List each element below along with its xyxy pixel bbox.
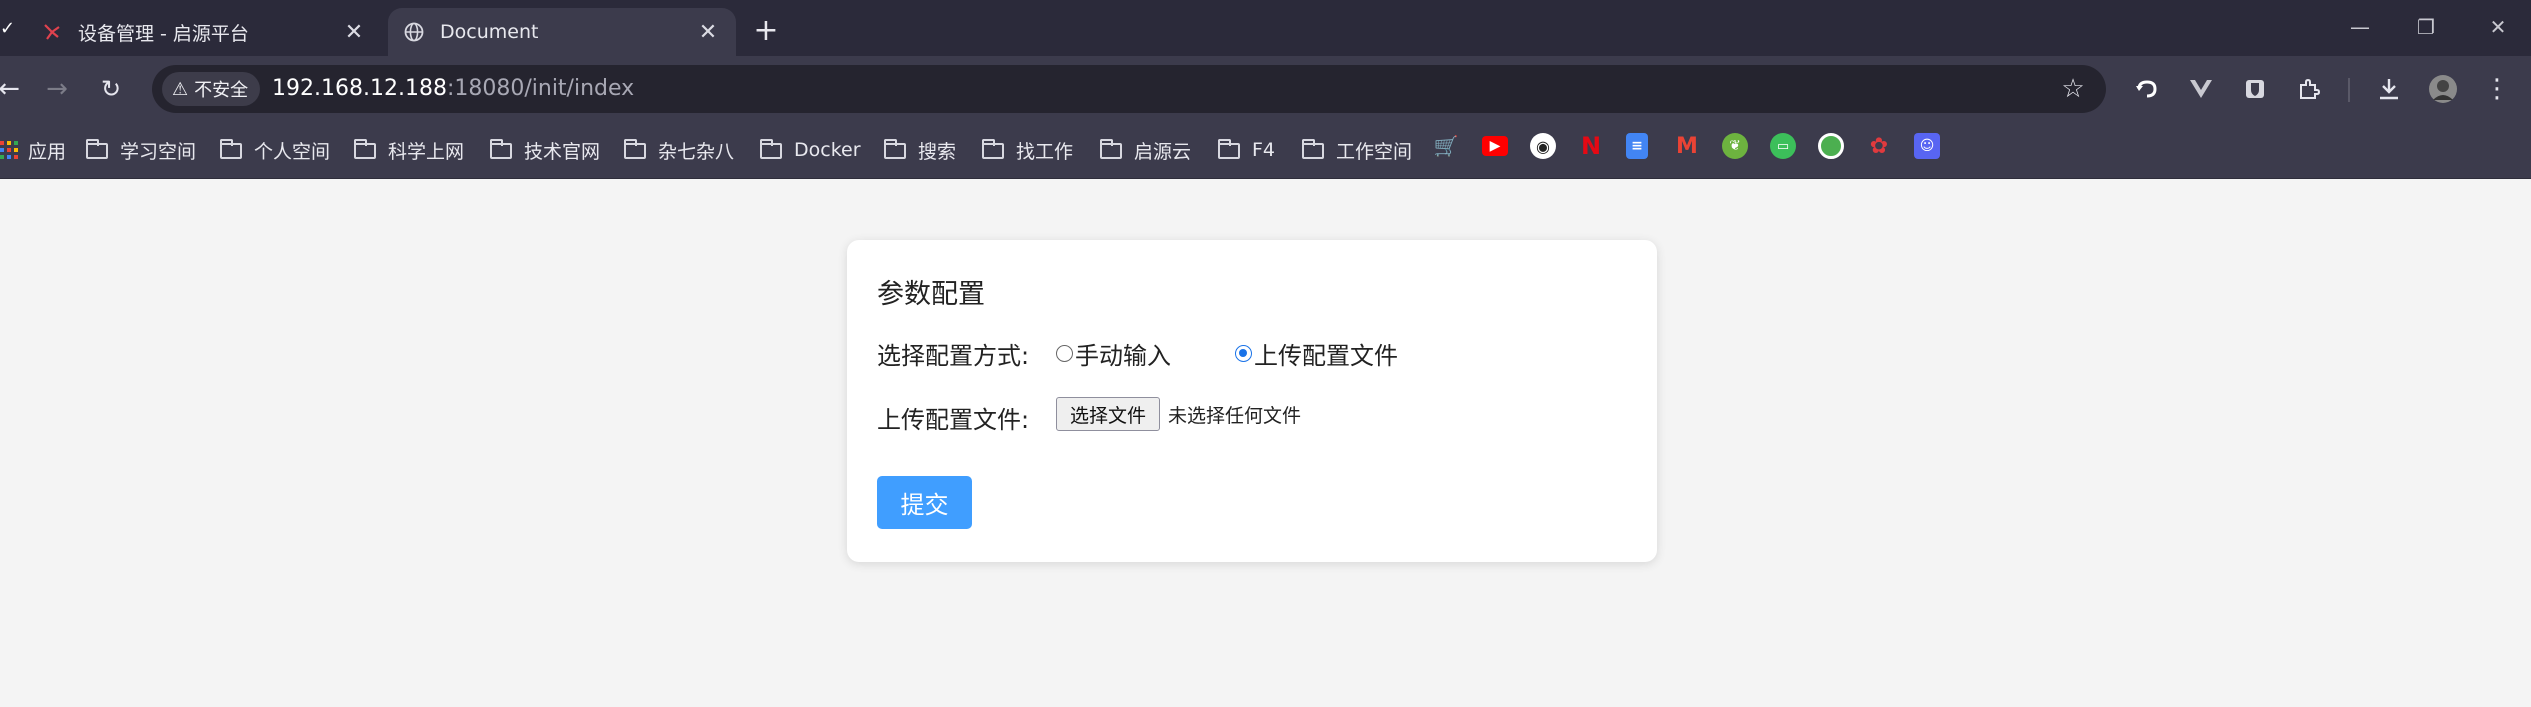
shopping-cart-icon[interactable]: 🛒 (1433, 133, 1459, 159)
folder-icon (884, 139, 906, 159)
bookmark-folder[interactable]: 科学上网 (354, 133, 464, 167)
extension-vue-icon[interactable] (2182, 70, 2220, 108)
folder-icon (624, 139, 646, 159)
download-icon[interactable] (2370, 70, 2408, 108)
discord-icon[interactable]: ☺ (1914, 133, 1940, 159)
bookmark-label: 学习空间 (120, 140, 197, 163)
bookmark-folder[interactable]: 启源云 (1100, 133, 1191, 167)
forward-arrow-icon[interactable]: → (38, 70, 76, 108)
submit-button[interactable]: 提交 (877, 476, 972, 529)
bookmark-folder[interactable]: 杂七杂八 (624, 133, 734, 167)
google-docs-icon[interactable]: ≡ (1626, 133, 1648, 159)
back-arrow-icon[interactable]: ← (0, 70, 28, 108)
reload-icon[interactable]: ↻ (92, 70, 130, 108)
folder-icon (1218, 139, 1240, 159)
folder-icon (490, 139, 512, 159)
bookmark-star-icon[interactable]: ☆ (2058, 74, 2088, 104)
tab-document[interactable]: Document ✕ (388, 8, 736, 56)
folder-icon (86, 139, 108, 159)
bookmark-label: 搜索 (918, 140, 957, 163)
profile-avatar-icon[interactable] (2424, 70, 2462, 108)
security-indicator[interactable]: ⚠ 不安全 (162, 72, 261, 106)
bookmark-folder[interactable]: F4 (1218, 133, 1275, 167)
bookmark-label: 找工作 (1016, 140, 1074, 163)
restore-icon[interactable]: ❐ (2406, 10, 2446, 44)
radio-label: 手动输入 (1075, 342, 1171, 370)
spider-favicon-icon (40, 20, 64, 44)
radio-label: 上传配置文件 (1254, 342, 1398, 370)
close-tab-icon[interactable]: ✕ (340, 18, 368, 46)
folder-icon (1302, 139, 1324, 159)
bookmark-apps[interactable]: 应用 (0, 133, 66, 167)
bookmark-label: 工作空间 (1336, 140, 1413, 163)
config-method-label: 选择配置方式: (877, 342, 1030, 370)
new-tab-button[interactable]: + (748, 12, 784, 48)
bookmark-label: 应用 (28, 140, 67, 163)
globe-icon (402, 20, 426, 44)
gmail-icon[interactable]: M (1674, 133, 1700, 159)
bookmark-label: Docker (794, 139, 861, 161)
bookmark-label: 技术官网 (524, 140, 601, 163)
bookmark-folder[interactable]: 搜索 (884, 133, 956, 167)
android-icon[interactable] (1818, 133, 1844, 159)
radio-button[interactable] (1056, 345, 1073, 362)
bookmark-folder[interactable]: 个人空间 (220, 133, 330, 167)
apps-grid-icon (0, 141, 18, 159)
browser-toolbar: ← → ↻ ⚠ 不安全 192.168.12.188:18080/init/in… (0, 56, 2531, 121)
folder-icon (1100, 139, 1122, 159)
choose-file-button[interactable]: 选择文件 (1056, 397, 1160, 431)
radio-manual-input[interactable]: 手动输入 (1056, 336, 1171, 371)
url-host: 192.168.12.188 (272, 76, 447, 101)
extensions-puzzle-icon[interactable] (2290, 70, 2328, 108)
minimize-icon[interactable]: — (2340, 10, 2380, 44)
url-path: :18080/init/index (446, 76, 635, 101)
bookmark-folder[interactable]: 学习空间 (86, 133, 196, 167)
radio-upload-file[interactable]: 上传配置文件 (1235, 336, 1398, 371)
upload-label: 上传配置文件: (877, 406, 1030, 434)
tab-title: 设备管理 - 启源平台 (78, 22, 249, 45)
address-bar[interactable]: ⚠ 不安全 192.168.12.188:18080/init/index ☆ (152, 65, 2106, 113)
bookmark-label: 杂七杂八 (658, 140, 735, 163)
bilibili-icon[interactable]: ▭ (1770, 133, 1796, 159)
folder-icon (982, 139, 1004, 159)
extension-undo-icon[interactable] (2128, 70, 2166, 108)
radio-button-checked[interactable] (1235, 345, 1252, 362)
bookmarks-bar: 应用 学习空间 个人空间 科学上网 技术官网 杂七杂八 Docker 搜索 找工… (0, 121, 2531, 179)
tab-strip: ✓ 设备管理 - 启源平台 ✕ Document ✕ + — ❐ ✕ (0, 0, 2531, 56)
extension-bitwarden-icon[interactable] (2236, 70, 2274, 108)
bookmark-folder[interactable]: 找工作 (982, 133, 1073, 167)
file-status-text: 未选择任何文件 (1168, 405, 1302, 427)
youtube-icon[interactable]: ▶ (1482, 136, 1508, 156)
bookmark-folder[interactable]: 工作空间 (1302, 133, 1412, 167)
tab-title: Document (440, 21, 539, 43)
folder-icon (760, 139, 782, 159)
bookmark-label: 个人空间 (254, 140, 331, 163)
netflix-icon[interactable]: N (1578, 132, 1604, 160)
bookmark-label: 科学上网 (388, 140, 465, 163)
bookmark-folder[interactable]: Docker (760, 133, 861, 167)
bookmark-folder[interactable]: 技术官网 (490, 133, 600, 167)
tab-device-management[interactable]: 设备管理 - 启源平台 ✕ (20, 8, 382, 56)
card-title: 参数配置 (877, 279, 985, 310)
config-card: 参数配置 选择配置方式: 手动输入 上传配置文件 上传配置文件: 选择文件 未选… (847, 240, 1657, 562)
close-tab-icon[interactable]: ✕ (694, 18, 722, 46)
bookmark-label: F4 (1252, 139, 1276, 161)
close-window-icon[interactable]: ✕ (2478, 10, 2518, 44)
security-label: 不安全 (194, 80, 249, 101)
toolbar-divider (2348, 78, 2350, 102)
tab-search-icon[interactable]: ✓ (0, 18, 16, 42)
url-text[interactable]: 192.168.12.188:18080/init/index (272, 76, 634, 101)
github-icon[interactable]: ◉ (1530, 133, 1556, 159)
folder-icon (220, 139, 242, 159)
warning-icon: ⚠ (172, 78, 189, 100)
huawei-icon[interactable]: ✿ (1866, 133, 1892, 159)
bookmark-label: 启源云 (1134, 140, 1192, 163)
folder-icon (354, 139, 376, 159)
menu-kebab-icon[interactable]: ⋮ (2478, 70, 2516, 108)
spring-icon[interactable]: ❦ (1722, 133, 1748, 159)
